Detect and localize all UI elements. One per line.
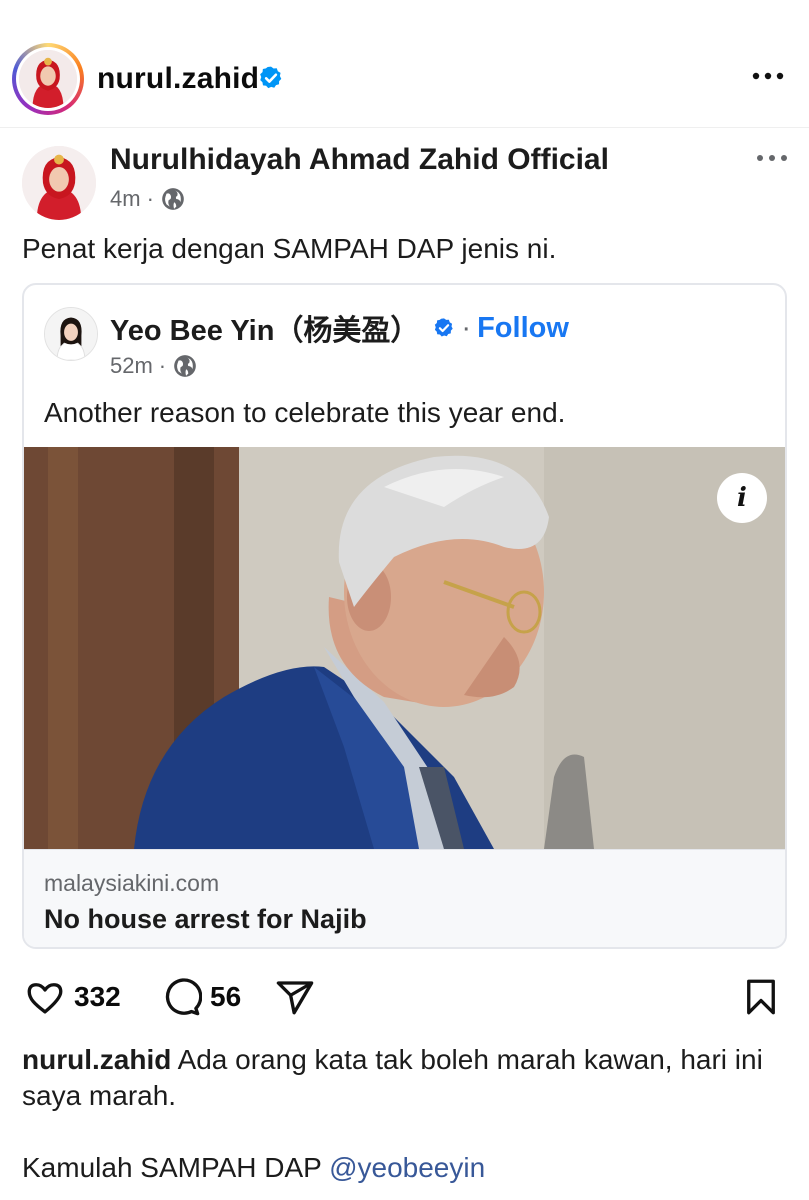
link-title[interactable]: No house arrest for Najib (44, 904, 367, 935)
mention-link[interactable]: @yeobeeyin (329, 1152, 485, 1183)
profile-photo-icon (22, 146, 96, 220)
like-count[interactable]: 332 (74, 981, 121, 1013)
more-horizontal-icon[interactable] (748, 66, 788, 86)
link-preview-footer[interactable]: malaysiakini.com No house arrest for Naj… (24, 849, 785, 947)
comment-count[interactable]: 56 (210, 981, 241, 1013)
send-icon (276, 981, 314, 1015)
fb-author-avatar[interactable] (22, 146, 96, 220)
save-button[interactable] (740, 976, 782, 1018)
story-avatar-ring[interactable] (12, 43, 84, 115)
info-button[interactable]: i (717, 473, 767, 523)
fb-post-text: Penat kerja dengan SAMPAH DAP jenis ni. (22, 233, 557, 264)
post-actions-bar: 332 56 (0, 970, 809, 1024)
news-photo (24, 447, 785, 849)
share-button[interactable] (274, 976, 316, 1018)
comment-icon (165, 978, 202, 1016)
bookmark-icon (747, 979, 775, 1015)
instagram-post-screen: nurul.zahid Nurulhidayah Ahmad Zahid Off… (0, 0, 809, 1200)
fb-post-meta: 4m · (110, 186, 186, 212)
shared-author-avatar[interactable] (44, 307, 98, 361)
shared-post-meta: 52m · (110, 353, 198, 379)
globe-icon (174, 355, 196, 377)
caption-username[interactable]: nurul.zahid (22, 1044, 171, 1075)
follow-button[interactable]: Follow (477, 312, 569, 345)
caption-line-2-text: Kamulah SAMPAH DAP (22, 1152, 322, 1183)
shared-post-card[interactable]: Yeo Bee Yin（杨美盈） · Follow 52m · Another … (22, 283, 787, 949)
fb-author-name[interactable]: Nurulhidayah Ahmad Zahid Official (110, 143, 609, 177)
ig-post-header: nurul.zahid (0, 0, 809, 128)
ig-username[interactable]: nurul.zahid (97, 62, 259, 96)
globe-icon (162, 188, 184, 210)
link-domain: malaysiakini.com (44, 870, 220, 896)
fb-post-time[interactable]: 4m (110, 186, 141, 212)
shared-post-text: Another reason to celebrate this year en… (44, 397, 566, 428)
like-button[interactable]: 332 (24, 976, 121, 1018)
heart-icon (27, 983, 63, 1014)
meta-separator: · (158, 353, 167, 378)
verified-badge-icon (260, 66, 282, 89)
post-caption: nurul.zahid Ada orang kata tak boleh mar… (22, 1042, 792, 1114)
shared-post-time[interactable]: 52m (110, 353, 153, 379)
shared-author-row: Yeo Bee Yin（杨美盈） · Follow (110, 307, 569, 349)
meta-separator: · (146, 186, 154, 211)
verified-badge-icon (435, 318, 454, 337)
more-horizontal-icon[interactable] (752, 150, 792, 166)
shared-author-name[interactable]: Yeo Bee Yin（杨美盈） (110, 307, 419, 349)
link-preview-photo[interactable]: i (24, 447, 785, 849)
comment-button[interactable]: 56 (160, 976, 241, 1018)
caption-line-2: Kamulah SAMPAH DAP @yeobeeyin (22, 1152, 485, 1184)
meta-separator: · (461, 311, 472, 344)
avatar (19, 50, 77, 108)
profile-photo-icon (45, 308, 97, 360)
profile-photo-icon (19, 50, 77, 108)
